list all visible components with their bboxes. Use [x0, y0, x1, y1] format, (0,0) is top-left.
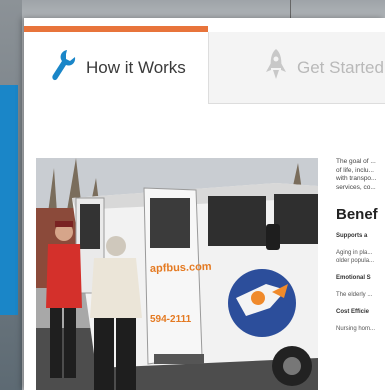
tab-label: How it Works — [86, 58, 186, 77]
tab-label: Get Started — [297, 57, 384, 77]
background-divider — [290, 0, 291, 20]
section-text: Nursing hom... — [336, 325, 385, 333]
intro-line: The goal of ... — [336, 158, 376, 165]
photo-van-boarding: apfbus.com 594-2111 — [36, 158, 318, 390]
benefits-heading: Benef — [336, 206, 378, 223]
rocket-icon — [265, 48, 287, 87]
section-text: The elderly ... — [336, 291, 385, 299]
section-text: Aging in pla... older popula... — [336, 249, 385, 265]
section-line: Aging in pla... — [336, 250, 373, 256]
wrench-icon — [50, 48, 76, 89]
section-line: Nursing hom... — [336, 326, 376, 332]
intro-paragraph: The goal of ... of life, inclu... with t… — [336, 158, 385, 192]
tab-bar: How it Works Get Started — [24, 18, 385, 104]
section-heading: Cost Efficie — [336, 309, 370, 315]
article-text: The goal of ... of life, inclu... with t… — [336, 158, 385, 390]
tab-get-started[interactable]: Get Started — [208, 32, 385, 104]
intro-line: with transpo... — [336, 175, 377, 182]
section-heading: Supports a — [336, 233, 368, 239]
content-panel: How it Works Get Started apfbus.com 594-… — [24, 18, 385, 390]
intro-line: of life, inclu... — [336, 166, 374, 174]
tab-how-it-works[interactable]: How it Works — [24, 26, 208, 104]
intro-line: services, co... — [336, 183, 376, 191]
section-heading: Emotional S — [336, 275, 371, 281]
section-line: older popula... — [336, 258, 375, 264]
van-phone-text: 594-2111 — [150, 314, 192, 325]
background-blue-strip — [0, 85, 18, 315]
section-line: The elderly ... — [336, 292, 373, 298]
van-website-text: apfbus.com — [150, 261, 212, 275]
